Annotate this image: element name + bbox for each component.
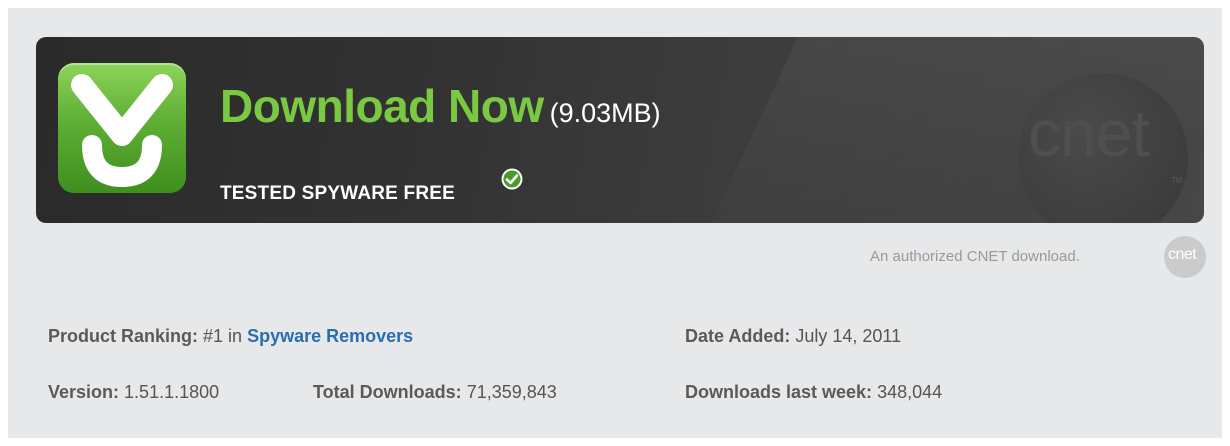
date-added: Date Added: July 14, 2011 (685, 326, 901, 347)
cnet-mini-logo: cnet (1164, 236, 1206, 278)
checkmark-circle-icon (501, 168, 523, 190)
total-downloads-label: Total Downloads: (313, 382, 462, 402)
title-line: Download Now (9.03MB) (220, 79, 661, 133)
product-ranking-value: #1 in (203, 326, 243, 346)
download-arrow-icon[interactable] (58, 63, 186, 193)
date-added-label: Date Added: (685, 326, 791, 346)
total-downloads: Total Downloads: 71,359,843 (313, 382, 557, 403)
product-ranking: Product Ranking: #1 in Spyware Removers (48, 326, 413, 347)
spyware-removers-link[interactable]: Spyware Removers (247, 326, 413, 346)
cnet-mini-logo-text: cnet (1168, 246, 1197, 263)
date-added-value: July 14, 2011 (795, 326, 902, 346)
version-value: 1.51.1.1800 (124, 382, 220, 402)
download-now-banner[interactable]: Download Now (9.03MB) TESTED SPYWARE FREE… (36, 37, 1204, 223)
trademark-symbol: TM (1171, 176, 1183, 185)
version-label: Version: (48, 382, 120, 402)
tested-spyware-free-label: TESTED SPYWARE FREE (220, 183, 456, 204)
version: Version: 1.51.1.1800 (48, 382, 219, 403)
downloads-last-week: Downloads last week: 348,044 (685, 382, 942, 403)
file-size: (9.03MB) (549, 98, 661, 128)
authorized-download-text: An authorized CNET download. (870, 248, 1080, 265)
total-downloads-value: 71,359,843 (466, 382, 557, 402)
download-panel: Download Now (9.03MB) TESTED SPYWARE FREE… (8, 8, 1222, 438)
downloads-last-week-value: 348,044 (877, 382, 943, 402)
cnet-logo-text: cnet (1028, 96, 1150, 170)
product-ranking-label: Product Ranking: (48, 326, 199, 346)
download-now-link[interactable]: Download Now (220, 80, 544, 132)
downloads-last-week-label: Downloads last week: (685, 382, 873, 402)
